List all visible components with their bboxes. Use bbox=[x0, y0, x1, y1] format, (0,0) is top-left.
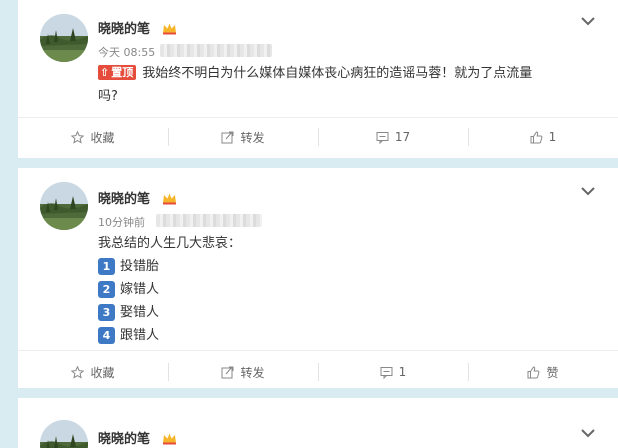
action-bar: 收藏 转发 1 赞 bbox=[18, 352, 618, 392]
post-card: 晓晓的笔 10分钟前 我总结的人生几大悲哀： 1 投错胎 2 嫁错人 3 娶错人 4跟… bbox=[18, 168, 618, 388]
author-name[interactable]: 晓晓的笔 bbox=[98, 18, 150, 37]
thumbs-up-icon bbox=[530, 130, 543, 143]
list-item-text: 投错胎 bbox=[120, 259, 160, 274]
repost-button[interactable]: 转发 bbox=[168, 117, 318, 157]
chevron-down-icon[interactable] bbox=[580, 428, 596, 438]
post-time[interactable]: 今天 08:55 bbox=[98, 44, 155, 60]
comment-count: 17 bbox=[394, 130, 411, 144]
favorite-label: 收藏 bbox=[90, 130, 115, 145]
list-item: 4 跟错人 bbox=[98, 324, 578, 347]
post-time[interactable]: 10分钟前 bbox=[98, 214, 145, 230]
favorite-button[interactable]: 收藏 bbox=[18, 352, 168, 392]
number-badge: 2 bbox=[98, 281, 115, 298]
crown-icon bbox=[163, 23, 176, 35]
number-badge: 1 bbox=[98, 258, 115, 275]
repost-label: 转发 bbox=[240, 130, 265, 145]
star-icon bbox=[71, 365, 85, 379]
comment-button[interactable]: 17 bbox=[318, 117, 468, 157]
comment-count: 1 bbox=[398, 365, 407, 379]
avatar[interactable] bbox=[40, 420, 88, 448]
chevron-down-icon[interactable] bbox=[580, 186, 596, 196]
post-card: 晓晓的笔 今天 08:55 ⇧ 置顶 我始终不明白为什么媒体自媒体丧心病狂的造谣马蓉… bbox=[18, 0, 618, 158]
number-badge: 4 bbox=[98, 327, 115, 344]
star-icon bbox=[71, 130, 85, 144]
blurred-source bbox=[156, 214, 262, 227]
post-text: 我始终不明白为什么媒体自媒体丧心病狂的造谣马蓉！就为了点流量 bbox=[142, 66, 533, 81]
like-count: 1 bbox=[548, 130, 557, 144]
favorite-label: 收藏 bbox=[90, 365, 115, 380]
comment-button[interactable]: 1 bbox=[318, 352, 468, 392]
avatar[interactable] bbox=[40, 14, 88, 62]
repost-button[interactable]: 转发 bbox=[168, 352, 318, 392]
divider bbox=[18, 350, 618, 351]
action-bar: 收藏 转发 17 1 bbox=[18, 117, 618, 157]
avatar[interactable] bbox=[40, 182, 88, 230]
list-item: 1 投错胎 bbox=[98, 255, 578, 278]
repost-icon bbox=[221, 131, 234, 143]
repost-label: 转发 bbox=[240, 365, 265, 380]
crown-icon bbox=[163, 193, 176, 205]
like-button[interactable]: 1 bbox=[468, 117, 618, 157]
number-badge: 3 bbox=[98, 304, 115, 321]
list-item-text: 娶错人 bbox=[120, 305, 160, 320]
list-item-text: 跟错人 bbox=[120, 328, 160, 343]
list-item: 2 嫁错人 bbox=[98, 278, 578, 301]
comment-icon bbox=[376, 131, 389, 144]
thumbs-up-icon bbox=[527, 365, 540, 378]
chevron-down-icon[interactable] bbox=[580, 16, 596, 26]
list-item: 3 娶错人 bbox=[98, 301, 578, 324]
crown-icon bbox=[163, 433, 176, 445]
like-button[interactable]: 赞 bbox=[468, 352, 618, 392]
post-text-continued: 吗? bbox=[98, 89, 118, 104]
author-name[interactable]: 晓晓的笔 bbox=[98, 188, 150, 207]
list-item-text: 嫁错人 bbox=[120, 282, 160, 297]
post-content: ⇧ 置顶 我始终不明白为什么媒体自媒体丧心病狂的造谣马蓉！就为了点流量 吗? bbox=[98, 62, 598, 108]
repost-icon bbox=[221, 366, 234, 378]
pinned-badge: ⇧ 置顶 bbox=[98, 65, 137, 80]
blurred-source bbox=[160, 44, 272, 57]
post-card: 晓晓的笔 bbox=[18, 398, 618, 448]
comment-icon bbox=[380, 366, 393, 379]
author-name[interactable]: 晓晓的笔 bbox=[98, 428, 150, 447]
post-content: 我总结的人生几大悲哀： 1 投错胎 2 嫁错人 3 娶错人 4 跟错人 bbox=[98, 232, 578, 347]
post-text: 我总结的人生几大悲哀： bbox=[98, 236, 242, 251]
favorite-button[interactable]: 收藏 bbox=[18, 117, 168, 157]
like-label: 赞 bbox=[546, 365, 559, 380]
